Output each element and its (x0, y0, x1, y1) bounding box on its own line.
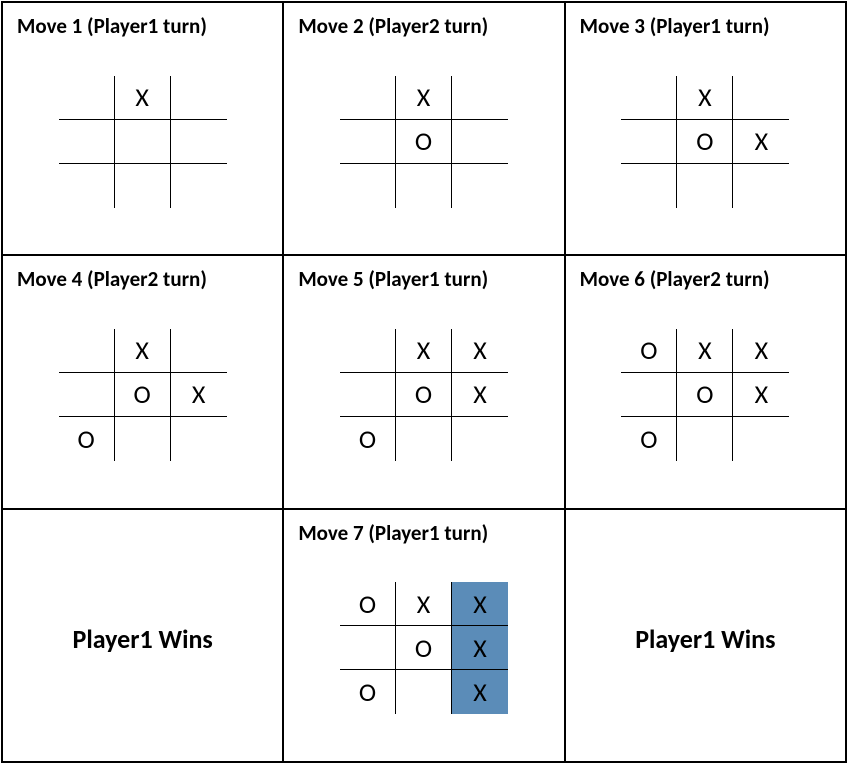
cell-0-2: X (452, 329, 508, 373)
panel-move-7: Move 7 (Player1 turn) O X X O X O X (283, 509, 564, 762)
cell-1-1: O (677, 120, 733, 164)
cell-0-1: X (396, 76, 452, 120)
cell-1-0 (340, 120, 396, 164)
cell-2-2: X (452, 670, 508, 714)
cell-1-1: O (396, 626, 452, 670)
cell-0-0 (59, 329, 115, 373)
cell-2-0: O (621, 417, 677, 461)
panel-move-6: Move 6 (Player2 turn) O X X O X O (565, 255, 846, 508)
panel-move-5: Move 5 (Player1 turn) X X O X O (283, 255, 564, 508)
cell-0-2 (452, 76, 508, 120)
cell-1-2: X (733, 373, 789, 417)
cell-2-2 (733, 164, 789, 208)
cell-2-1 (396, 164, 452, 208)
tictactoe-board: O X X O X O (621, 329, 789, 461)
tictactoe-board: X (59, 76, 227, 208)
board-wrap: O X X O X O X (290, 536, 557, 761)
cell-0-1: X (677, 76, 733, 120)
cell-2-0: O (340, 417, 396, 461)
board-wrap: X X O X O (290, 282, 557, 507)
cell-0-2 (171, 329, 227, 373)
cell-0-1: X (115, 76, 171, 120)
cell-1-1: O (396, 120, 452, 164)
cell-2-1 (115, 164, 171, 208)
cell-0-0 (340, 329, 396, 373)
cell-1-0 (340, 626, 396, 670)
cell-2-1 (677, 417, 733, 461)
cell-2-0: O (340, 670, 396, 714)
panel-move-2: Move 2 (Player2 turn) X O (283, 2, 564, 255)
cell-0-1: X (396, 329, 452, 373)
cell-0-2: X (452, 582, 508, 626)
cell-2-2 (171, 417, 227, 461)
cell-2-2 (733, 417, 789, 461)
cell-1-1 (115, 120, 171, 164)
board-wrap: X O X O (9, 282, 276, 507)
cell-1-1: O (677, 373, 733, 417)
cell-2-2 (452, 417, 508, 461)
cell-0-0: O (340, 582, 396, 626)
moves-grid: Move 1 (Player1 turn) X Move 2 (Player2 … (1, 1, 847, 763)
cell-0-2 (733, 76, 789, 120)
cell-2-2 (452, 164, 508, 208)
panel-move-3: Move 3 (Player1 turn) X O X (565, 2, 846, 255)
cell-2-1 (677, 164, 733, 208)
cell-0-1: X (115, 329, 171, 373)
cell-0-0 (340, 76, 396, 120)
cell-0-0: O (621, 329, 677, 373)
winner-text: Player1 Wins (635, 623, 775, 655)
cell-1-2: X (452, 626, 508, 670)
tictactoe-board: X X O X O (340, 329, 508, 461)
tictactoe-board: X O (340, 76, 508, 208)
winner-text: Player1 Wins (73, 623, 213, 655)
cell-0-1: X (396, 582, 452, 626)
cell-1-0 (59, 373, 115, 417)
cell-1-1: O (115, 373, 171, 417)
cell-2-2 (171, 164, 227, 208)
cell-2-0: O (59, 417, 115, 461)
cell-1-2 (171, 120, 227, 164)
cell-1-2 (452, 120, 508, 164)
board-wrap: X O (290, 29, 557, 254)
cell-1-2: X (171, 373, 227, 417)
tictactoe-board: O X X O X O X (340, 582, 508, 714)
cell-1-0 (340, 373, 396, 417)
cell-2-0 (621, 164, 677, 208)
cell-0-2: X (733, 329, 789, 373)
cell-1-1: O (396, 373, 452, 417)
cell-0-0 (621, 76, 677, 120)
cell-0-2 (171, 76, 227, 120)
board-wrap: X (9, 29, 276, 254)
cell-0-1: X (677, 329, 733, 373)
tictactoe-board: X O X (621, 76, 789, 208)
cell-1-0 (621, 373, 677, 417)
cell-2-0 (340, 164, 396, 208)
cell-2-1 (396, 670, 452, 714)
cell-1-0 (59, 120, 115, 164)
cell-2-1 (396, 417, 452, 461)
tictactoe-board: X O X O (59, 329, 227, 461)
cell-1-0 (621, 120, 677, 164)
cell-1-2: X (733, 120, 789, 164)
panel-win-left: Player1 Wins (2, 509, 283, 762)
panel-move-4: Move 4 (Player2 turn) X O X O (2, 255, 283, 508)
page: Move 1 (Player1 turn) X Move 2 (Player2 … (0, 1, 849, 766)
cell-1-2: X (452, 373, 508, 417)
board-wrap: O X X O X O (572, 282, 839, 507)
cell-2-0 (59, 164, 115, 208)
panel-move-1: Move 1 (Player1 turn) X (2, 2, 283, 255)
cell-2-1 (115, 417, 171, 461)
panel-win-right: Player1 Wins (565, 509, 846, 762)
cell-0-0 (59, 76, 115, 120)
board-wrap: X O X (572, 29, 839, 254)
